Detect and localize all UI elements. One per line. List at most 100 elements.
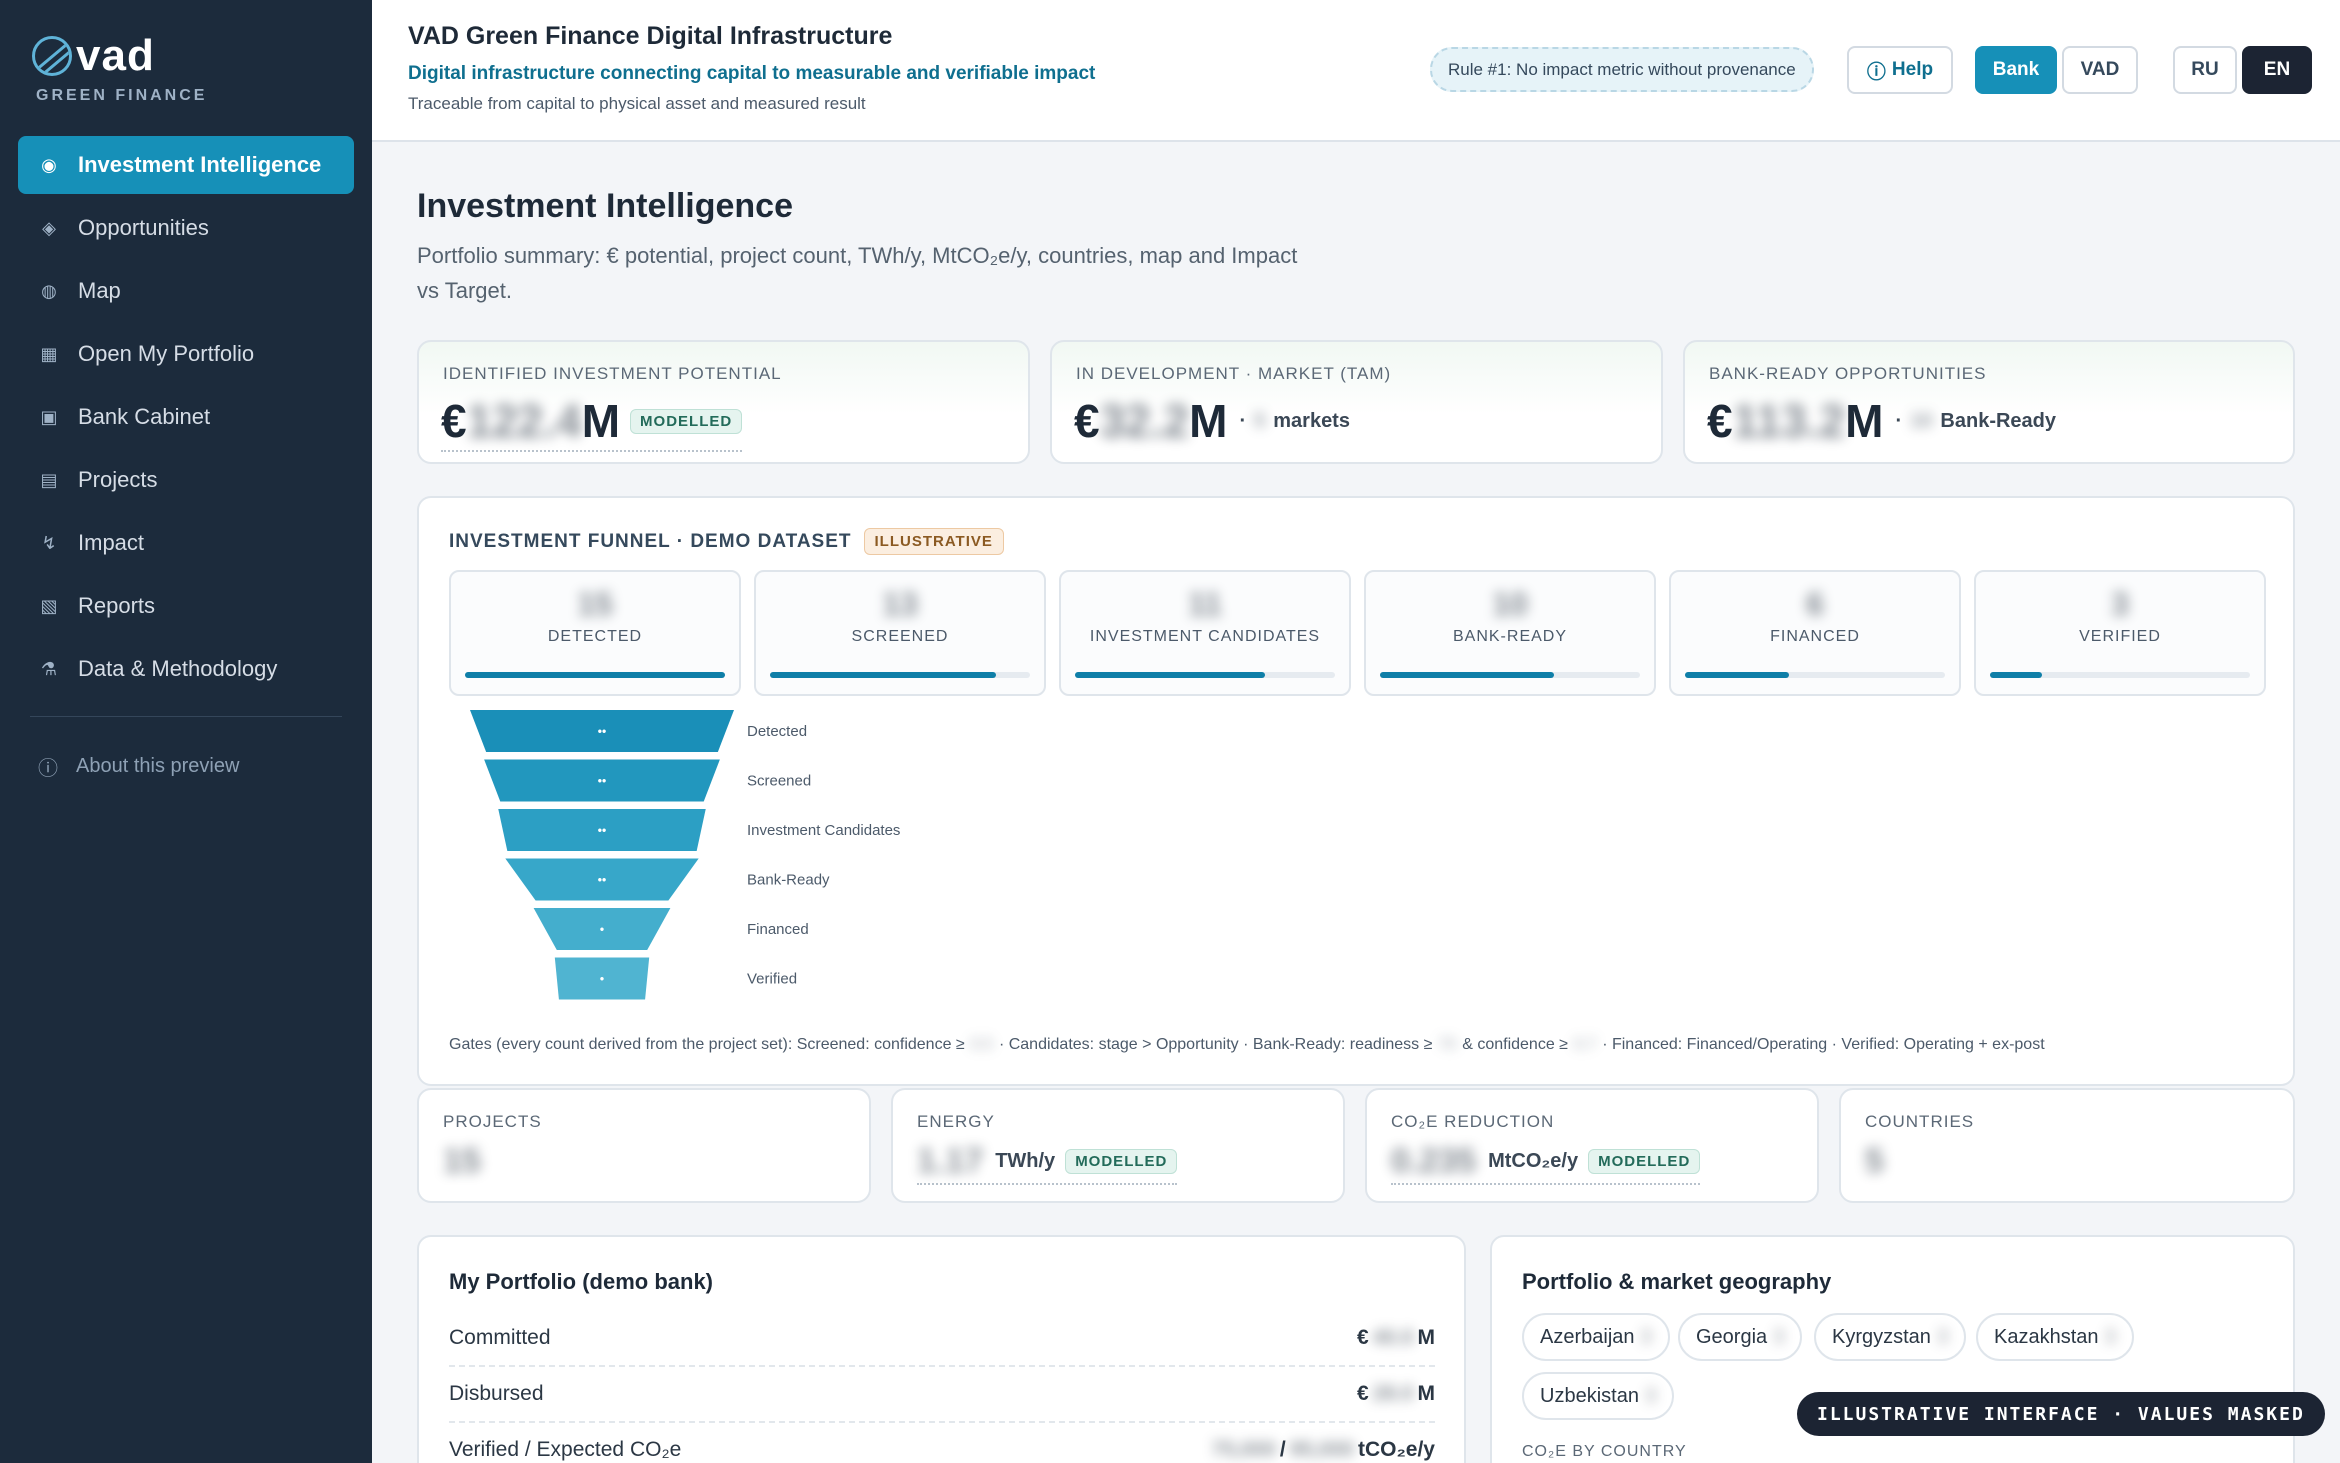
sidebar-item-open-my-portfolio[interactable]: ▦ Open My Portfolio <box>18 325 354 383</box>
country-count: 3 <box>1644 1384 1657 1407</box>
disbursed-amount: 28.0 <box>1372 1382 1414 1405</box>
about-label: About this preview <box>76 755 240 777</box>
gates-readiness: 70 <box>1438 1036 1457 1053</box>
help-label: Help <box>1891 59 1934 80</box>
globe-logo-icon <box>32 36 72 76</box>
gates-text: Gates (every count derived from the proj… <box>449 1036 965 1053</box>
country-chip-kyrgyzstan[interactable]: Kyrgyzstan 3 <box>1814 1313 1967 1361</box>
verified-co2e: 75,000 <box>1211 1438 1276 1461</box>
funnel-stage-card[interactable]: 11 INVESTMENT CANDIDATES <box>1059 570 1351 696</box>
bank-ready-count: 10 <box>1910 409 1933 432</box>
funnel-segment-mark: • <box>600 972 604 986</box>
lang-en-button[interactable]: EN <box>2242 46 2312 94</box>
stage-label: FINANCED <box>1770 628 1860 645</box>
modelled-badge: MODELLED <box>1065 1149 1178 1174</box>
stage-progress-track <box>1380 672 1640 678</box>
gates-text: & confidence ≥ <box>1462 1036 1568 1053</box>
gates-text: · Candidates: stage > Opportunity · Bank… <box>998 1036 1433 1053</box>
stat-card-countries: COUNTRIES 5 <box>1839 1088 2295 1203</box>
kpi-value: € 113.2 M · 10 Bank-Ready <box>1707 394 2056 448</box>
role-bank-button[interactable]: Bank <box>1975 46 2057 94</box>
currency-symbol: € <box>1707 395 1733 447</box>
kpi-card-bank-ready: BANK-READY OPPORTUNITIES € 113.2 M · 10 Ba… <box>1683 340 2295 464</box>
co2e-unit: tCO₂e/y <box>1357 1438 1435 1461</box>
country-count: 3 <box>1936 1325 1949 1348</box>
help-button[interactable]: ⓘ Help <box>1847 46 1953 94</box>
funnel-segment-mark: •• <box>598 823 606 837</box>
stage-progress-track <box>1685 672 1945 678</box>
country-count: 3 <box>1773 1325 1785 1348</box>
page-title: Investment Intelligence <box>417 187 793 225</box>
sidebar-item-reports[interactable]: ▧ Reports <box>18 577 354 635</box>
funnel-title-text: INVESTMENT FUNNEL · DEMO DATASET <box>449 530 852 552</box>
sidebar-item-opportunities[interactable]: ◈ Opportunities <box>18 199 354 257</box>
logo[interactable]: vad <box>32 31 155 80</box>
top-header: VAD Green Finance Digital Infrastructure… <box>372 0 2340 142</box>
co2e-unit: MtCO₂e/y <box>1488 1150 1579 1172</box>
stage-count: 6 <box>1806 586 1824 622</box>
role-vad-button[interactable]: VAD <box>2062 46 2138 94</box>
sidebar-item-investment-intelligence[interactable]: ◉ Investment Intelligence <box>18 136 354 194</box>
kpi-extra: · 10 Bank-Ready <box>1895 409 2057 432</box>
country-chip-azerbaijan[interactable]: Azerbaijan 3 <box>1522 1313 1670 1361</box>
stat-label: ENERGY <box>917 1112 995 1131</box>
kpi-unit: M <box>1845 395 1884 447</box>
sidebar-item-label: Opportunities <box>78 215 209 240</box>
funnel-stage-name: Financed <box>747 921 809 938</box>
energy-unit: TWh/y <box>995 1150 1056 1172</box>
sidebar-item-label: Map <box>78 278 121 303</box>
gates-confidence: 0.5 <box>970 1036 993 1053</box>
kpi-amount: 122.4 <box>466 395 582 447</box>
list-icon: ▤ <box>40 469 58 490</box>
funnel-stage-name: Verified <box>747 971 797 988</box>
geography-title: Portfolio & market geography <box>1522 1269 1832 1294</box>
row-value: € 28.0 M <box>1357 1382 1435 1406</box>
modelled-badge: MODELLED <box>630 408 743 434</box>
lang-ru-button[interactable]: RU <box>2173 46 2237 94</box>
sidebar-item-data-methodology[interactable]: ⚗ Data & Methodology <box>18 640 354 698</box>
country-chip-uzbekistan[interactable]: Uzbekistan 3 <box>1522 1372 1675 1420</box>
funnel-stage-card[interactable]: 15 DETECTED <box>449 570 741 696</box>
stage-progress-fill <box>1685 672 1789 678</box>
funnel-segment-mark: • <box>600 922 604 936</box>
funnel-stage-name: Detected <box>747 723 807 740</box>
funnel-segment-mark: •• <box>598 774 606 788</box>
funnel-stage-card[interactable]: 3 VERIFIED <box>1974 570 2266 696</box>
sidebar-item-bank-cabinet[interactable]: ▣ Bank Cabinet <box>18 388 354 446</box>
row-label: Committed <box>449 1326 551 1349</box>
stage-progress-track <box>1075 672 1335 678</box>
countries-count: 5 <box>1865 1142 1884 1180</box>
funnel-segment-mark: •• <box>598 724 606 738</box>
sidebar-item-label: Investment Intelligence <box>78 152 322 177</box>
sidebar-item-map[interactable]: ◍ Map <box>18 262 354 320</box>
sidebar-item-projects[interactable]: ▤ Projects <box>18 451 354 509</box>
stage-label: DETECTED <box>547 628 643 645</box>
funnel-stage-card[interactable]: 10 BANK-READY <box>1364 570 1656 696</box>
kpi-value: € 32.2 M · 5 markets <box>1074 394 1350 448</box>
info-icon: ⓘ <box>1866 61 1886 83</box>
separator: / <box>1279 1438 1286 1461</box>
stage-progress-track <box>465 672 725 678</box>
funnel-stage-card[interactable]: 6 FINANCED <box>1669 570 1961 696</box>
about-preview-link[interactable]: ⓘ About this preview <box>38 752 239 781</box>
funnel-stage-name: Investment Candidates <box>747 822 900 839</box>
funnel-stage-card[interactable]: 13 SCREENED <box>754 570 1046 696</box>
kpi-label: IN DEVELOPMENT · MARKET (TAM) <box>1076 364 1392 383</box>
country-name: Kazakhstan <box>1994 1325 2099 1348</box>
stage-progress-fill <box>465 672 725 678</box>
sidebar-item-impact[interactable]: ↯ Impact <box>18 514 354 572</box>
stage-count: 15 <box>577 586 613 622</box>
country-name: Kyrgyzstan <box>1832 1325 1931 1348</box>
stat-label: CO₂E REDUCTION <box>1391 1112 1555 1131</box>
page-description: Portfolio summary: € potential, project … <box>417 243 1298 303</box>
currency-symbol: € <box>1356 1326 1369 1349</box>
portfolio-title: My Portfolio (demo bank) <box>449 1269 713 1294</box>
kpi-label: BANK-READY OPPORTUNITIES <box>1709 364 1987 383</box>
stage-progress-fill <box>1075 672 1265 678</box>
country-chip-georgia[interactable]: Georgia 3 <box>1678 1313 1803 1361</box>
brand-name: vad <box>76 31 155 80</box>
sidebar-divider <box>30 716 342 717</box>
stage-progress-track <box>770 672 1030 678</box>
funnel-stage-name: Screened <box>747 773 811 790</box>
country-chip-kazakhstan[interactable]: Kazakhstan 3 <box>1976 1313 2134 1361</box>
